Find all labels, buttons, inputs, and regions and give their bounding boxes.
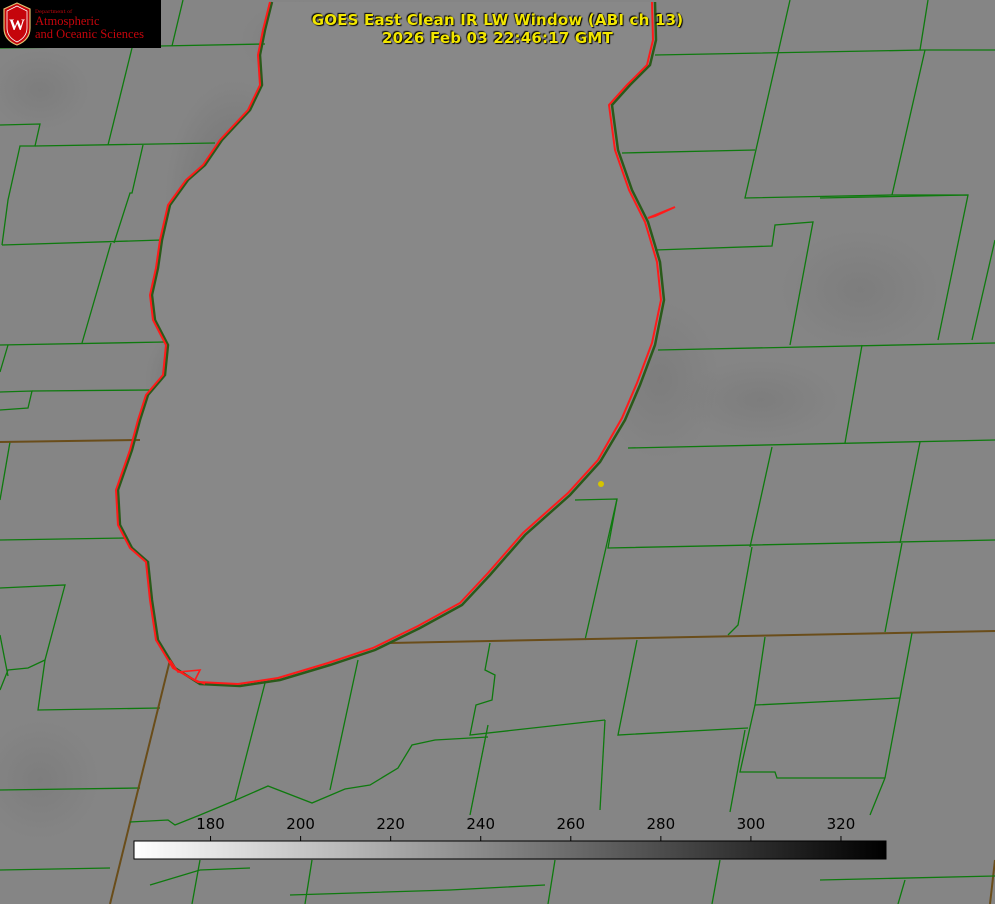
image-title: GOES East Clean IR LW Window (ABI ch 13) [311, 11, 684, 29]
colorbar-tick-label: 280 [646, 815, 676, 833]
station-dot [598, 481, 604, 487]
satellite-image: W Department of Atmospheric and Oceanic … [0, 0, 995, 904]
colorbar-tick-label: 300 [736, 815, 766, 833]
ir-map [0, 0, 995, 904]
colorbar-tick-label: 260 [556, 815, 586, 833]
colorbar-tick-label: 220 [376, 815, 405, 833]
colorbar-tick-label: 240 [466, 815, 496, 833]
image-timestamp: 2026 Feb 03 22:46:17 GMT [382, 29, 613, 47]
colorbar-tick-label: 180 [196, 815, 225, 833]
colorbar-tick-label: 200 [286, 815, 315, 833]
colorbar [133, 840, 887, 860]
colorbar-tick-label: 320 [826, 815, 856, 833]
